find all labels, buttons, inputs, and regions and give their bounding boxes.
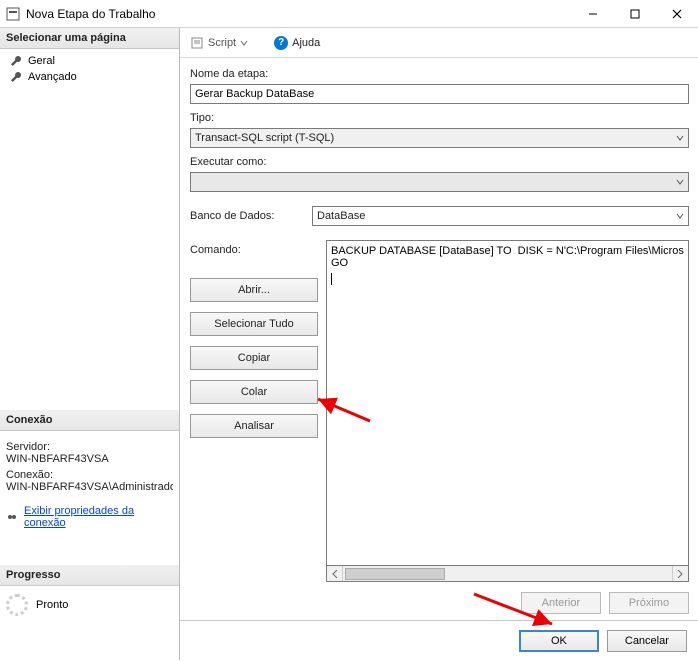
help-button[interactable]: ? Ajuda	[270, 34, 324, 52]
analyze-button[interactable]: Analisar	[190, 414, 318, 438]
database-combo[interactable]: DataBase	[312, 206, 689, 226]
progress-body: Pronto	[0, 586, 179, 624]
chevron-down-icon	[676, 212, 684, 220]
open-button[interactable]: Abrir...	[190, 278, 318, 302]
sidebar: Selecionar uma página Geral Avançado Con…	[0, 28, 180, 660]
dialog-footer: OK Cancelar	[180, 620, 698, 660]
chevron-down-icon	[240, 39, 248, 47]
type-combo[interactable]: Transact-SQL script (T-SQL)	[190, 128, 689, 148]
copy-button[interactable]: Copiar	[190, 346, 318, 370]
ok-button[interactable]: OK	[519, 630, 599, 652]
toolbar: Script ? Ajuda	[180, 28, 698, 58]
minimize-button[interactable]	[572, 0, 614, 27]
close-button[interactable]	[656, 0, 698, 27]
connection-label: Conexão:	[6, 469, 173, 481]
database-value: DataBase	[317, 210, 365, 222]
help-label: Ajuda	[292, 37, 320, 49]
progress-spinner-icon	[6, 594, 28, 616]
paste-button[interactable]: Colar	[190, 380, 318, 404]
type-value: Transact-SQL script (T-SQL)	[195, 132, 334, 144]
connection-heading: Conexão	[0, 410, 179, 431]
scroll-left-icon[interactable]	[327, 566, 343, 581]
link-icon	[6, 511, 18, 523]
script-dropdown[interactable]: Script	[186, 34, 252, 52]
window-title: Nova Etapa do Trabalho	[26, 7, 572, 21]
chevron-down-icon	[676, 134, 684, 142]
connection-value: WIN-NBFARF43VSA\Administrador	[6, 481, 173, 493]
text-cursor	[331, 273, 332, 285]
select-all-button[interactable]: Selecionar Tudo	[190, 312, 318, 336]
chevron-down-icon	[676, 178, 684, 186]
type-label: Tipo:	[190, 112, 689, 124]
database-label: Banco de Dados:	[190, 206, 300, 222]
script-label: Script	[208, 37, 236, 49]
sidebar-item-geral[interactable]: Geral	[4, 53, 175, 69]
window-buttons	[572, 0, 698, 27]
progress-status: Pronto	[36, 599, 68, 611]
sidebar-item-label: Geral	[28, 55, 55, 67]
maximize-button[interactable]	[614, 0, 656, 27]
app-icon	[6, 7, 20, 21]
help-icon: ?	[274, 36, 288, 50]
horizontal-scrollbar[interactable]	[326, 566, 689, 582]
previous-button[interactable]: Anterior	[521, 592, 601, 614]
main-panel: Script ? Ajuda Nome da etapa: Tipo: Tran…	[180, 28, 698, 660]
script-icon	[190, 36, 204, 50]
sidebar-item-label: Avançado	[28, 71, 77, 83]
command-editor[interactable]: BACKUP DATABASE [DataBase] TO DISK = N'C…	[326, 240, 689, 566]
connection-body: Servidor: WIN-NBFARF43VSA Conexão: WIN-N…	[0, 431, 179, 499]
scrollbar-thumb[interactable]	[345, 568, 445, 580]
runas-combo[interactable]	[190, 172, 689, 192]
wrench-icon	[10, 71, 22, 83]
runas-label: Executar como:	[190, 156, 689, 168]
step-name-input[interactable]	[190, 84, 689, 104]
window-titlebar: Nova Etapa do Trabalho	[0, 0, 698, 28]
server-value: WIN-NBFARF43VSA	[6, 453, 173, 465]
wrench-icon	[10, 55, 22, 67]
command-text: BACKUP DATABASE [DataBase] TO DISK = N'C…	[331, 245, 684, 269]
view-connection-props[interactable]: Exibir propriedades da conexão	[0, 499, 179, 535]
step-name-label: Nome da etapa:	[190, 68, 689, 80]
server-label: Servidor:	[6, 441, 173, 453]
scroll-right-icon[interactable]	[672, 566, 688, 581]
next-button[interactable]: Próximo	[609, 592, 689, 614]
view-connection-props-link[interactable]: Exibir propriedades da conexão	[24, 505, 173, 529]
sidebar-item-avancado[interactable]: Avançado	[4, 69, 175, 85]
progress-heading: Progresso	[0, 565, 179, 586]
select-page-heading: Selecionar uma página	[0, 28, 179, 49]
cancel-button[interactable]: Cancelar	[607, 630, 687, 652]
